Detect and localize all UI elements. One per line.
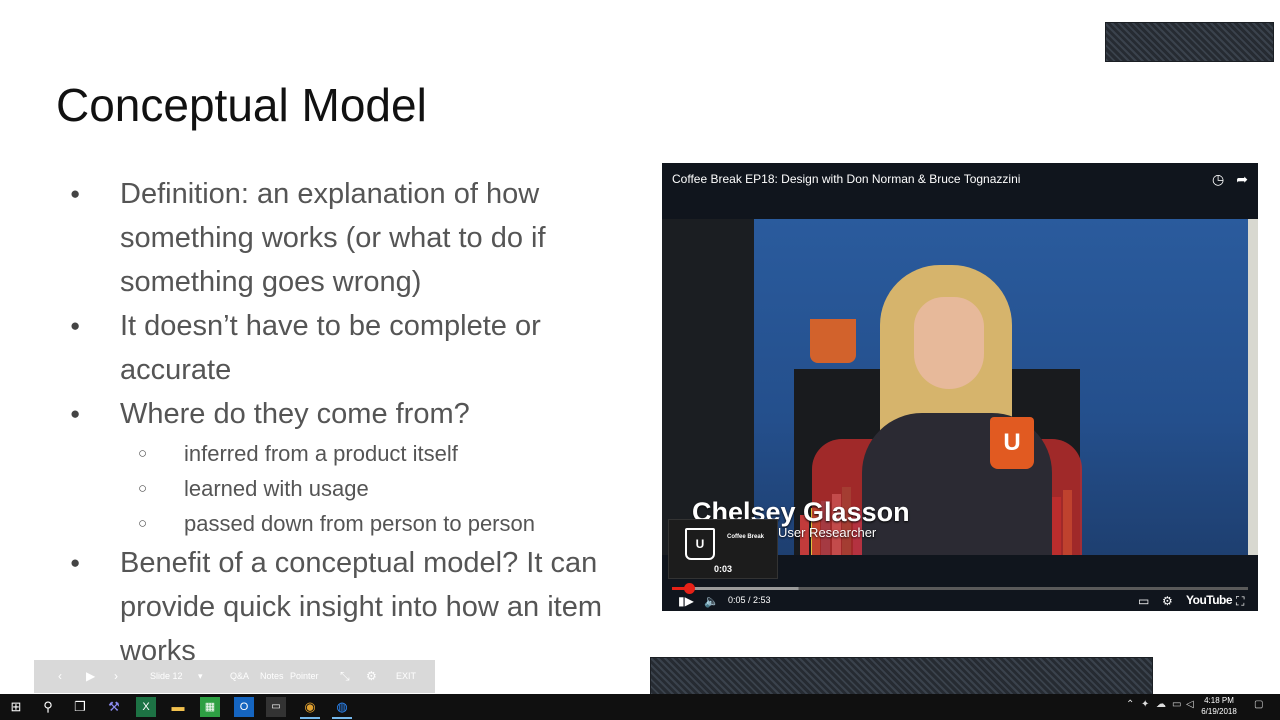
terminal-icon[interactable]: ▭ xyxy=(266,697,286,717)
thumbnail-time: 0:03 xyxy=(713,564,732,574)
previous-slide-button[interactable]: ‹ xyxy=(58,669,62,683)
clock-time: 4:18 PM xyxy=(1204,696,1234,705)
video-title[interactable]: Coffee Break EP18: Design with Don Norma… xyxy=(672,172,1020,186)
sub-bullet-item: inferred from a product itself xyxy=(68,436,628,471)
sub-bullet-item: passed down from person to person xyxy=(68,506,628,541)
task-view-icon[interactable]: ❐ xyxy=(70,697,90,717)
notification-icon[interactable]: ▢ xyxy=(1254,699,1263,710)
play-slideshow-button[interactable]: ▶ xyxy=(86,669,95,683)
cloud-icon[interactable]: ☁ xyxy=(1156,699,1166,710)
sheets-icon[interactable]: ▦ xyxy=(200,697,220,717)
bullet-item: Where do they come from? xyxy=(68,392,628,436)
plant-pot xyxy=(810,319,856,363)
chevron-down-icon[interactable]: ▾ xyxy=(198,671,203,682)
video-frame[interactable]: U Chelsey Glasson User Researcher xyxy=(662,219,1258,555)
seek-preview-thumbnail: U Coffee Break 0:03 xyxy=(668,519,778,579)
shelf-right xyxy=(1248,219,1258,555)
system-clock[interactable]: 4:18 PM 6/19/2018 xyxy=(1196,695,1242,717)
slide-title: Conceptual Model xyxy=(56,79,427,131)
exit-button[interactable]: EXIT xyxy=(396,671,416,681)
pointer-button[interactable]: Pointer xyxy=(290,671,319,681)
bullet-item: Definition: an explanation of how someth… xyxy=(68,172,628,304)
captions-icon[interactable]: ▭ xyxy=(1138,593,1149,609)
clock-icon[interactable]: ◷ xyxy=(1212,171,1224,187)
excel-icon[interactable]: X xyxy=(136,697,156,717)
slide-selector[interactable]: Slide 12 xyxy=(150,671,183,681)
bullet-item: Benefit of a conceptual model? It can pr… xyxy=(68,541,628,673)
bullet-item: It doesn’t have to be complete or accura… xyxy=(68,304,628,392)
fullscreen-icon[interactable]: ⛶ xyxy=(1236,593,1244,609)
next-slide-button[interactable]: › xyxy=(114,669,118,683)
network-icon[interactable]: ▭ xyxy=(1172,699,1181,710)
bottom-redaction-block xyxy=(650,657,1153,694)
volume-icon[interactable]: ◁ xyxy=(1186,699,1194,710)
dropbox-icon[interactable]: ✦ xyxy=(1141,699,1149,710)
qa-button[interactable]: Q&A xyxy=(230,671,249,681)
gear-icon[interactable]: ⚙ xyxy=(366,669,377,683)
youtube-logo[interactable]: YouTube xyxy=(1186,593,1233,607)
chrome-icon[interactable]: ◉ xyxy=(300,697,320,719)
windows-taskbar: ⊞ ⚲ ❐ ⚒ X ▬ ▦ O ▭ ◉ ◍ ⌃ ✦ ☁ ▭ ◁ 4:18 PM … xyxy=(0,694,1280,720)
share-icon[interactable]: ➦ xyxy=(1236,171,1248,187)
slide: Conceptual Model Definition: an explanat… xyxy=(0,0,1280,694)
sub-bullet-item: learned with usage xyxy=(68,471,628,506)
presenter-toolbar: ‹ ▶ › Slide 12 ▾ Q&A Notes Pointer ⤡ ⚙ E… xyxy=(34,660,435,693)
thumbnail-cup: U xyxy=(685,528,715,560)
gear-icon[interactable]: ⚙ xyxy=(1162,593,1173,609)
outlook-icon[interactable]: O xyxy=(234,697,254,717)
file-explorer-icon[interactable]: ▬ xyxy=(168,697,188,717)
corner-redaction-block xyxy=(1105,22,1274,62)
bullet-list: Definition: an explanation of how someth… xyxy=(68,172,628,673)
clock-date: 6/19/2018 xyxy=(1201,707,1237,716)
player-controls: ▮▶ 🔈 0:05 / 2:53 ▭ ⚙ YouTube ⛶ xyxy=(662,593,1258,611)
progress-bar[interactable] xyxy=(672,583,1248,594)
search-icon[interactable]: ⚲ xyxy=(38,697,58,717)
notes-button[interactable]: Notes xyxy=(260,671,284,681)
volume-icon[interactable]: 🔈 xyxy=(704,593,719,609)
chevron-up-icon[interactable]: ⌃ xyxy=(1126,699,1134,710)
time-display: 0:05 / 2:53 xyxy=(728,595,771,605)
video-top-actions: ◷ ➦ xyxy=(1212,171,1248,187)
browser-app-icon[interactable]: ◍ xyxy=(332,697,352,719)
settings-app-icon[interactable]: ⚒ xyxy=(104,697,124,717)
embedded-video-player[interactable]: Coffee Break EP18: Design with Don Norma… xyxy=(662,163,1258,611)
thumbnail-label: Coffee Break xyxy=(727,534,765,540)
person-face xyxy=(914,297,984,389)
lower-third-role: User Researcher xyxy=(778,525,877,540)
start-icon[interactable]: ⊞ xyxy=(6,697,26,717)
mug: U xyxy=(990,417,1034,469)
play-pause-icon[interactable]: ▮▶ xyxy=(678,593,694,609)
exit-fullscreen-icon[interactable]: ⤡ xyxy=(340,669,350,684)
